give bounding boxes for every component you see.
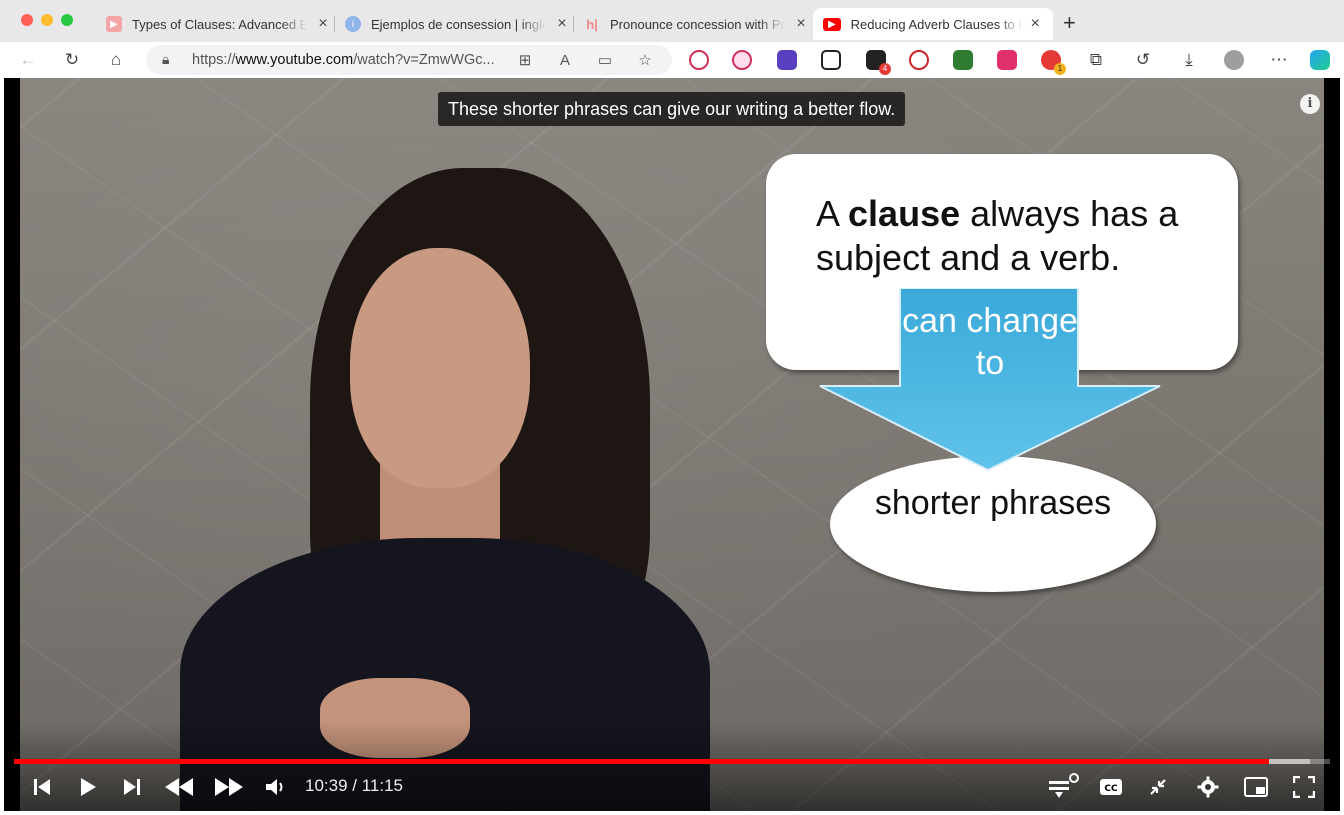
video-player[interactable]: A clause always has a subject and a verb… [4,78,1340,811]
history-icon[interactable]: ↺ [1131,48,1155,72]
rewind-icon[interactable] [163,772,195,802]
favorite-star-icon[interactable]: ☆ [634,49,656,71]
youtube-icon: ▶ [106,16,122,32]
home-icon[interactable]: ⌂ [104,48,128,72]
app-available-icon[interactable]: ⊞ [514,49,536,71]
address-bar[interactable]: 🔒︎ https://www.youtube.com/watch?v=ZmwWG… [146,45,672,75]
tab-1[interactable]: ▶ Types of Clauses: Advanced English Gra… [106,8,331,40]
browser-toolbar: ← ↻ ⌂ 🔒︎ https://www.youtube.com/watch?v… [0,42,1344,78]
slide-bubble-text: A clause always has a subject and a verb… [816,193,1179,278]
previous-icon[interactable] [30,772,54,802]
extension-record-icon[interactable] [909,50,929,70]
copilot-icon[interactable] [1308,48,1332,72]
fast-forward-icon[interactable] [213,772,245,802]
extension-play-icon[interactable] [689,50,709,70]
progress-bar[interactable] [14,759,1330,764]
tab-divider [573,16,574,32]
tab-title: Types of Clauses: Advanced English Gramm… [132,16,307,32]
svg-text:CC: CC [1104,784,1118,794]
tab-title: Reducing Adverb Clauses to Phrases [850,16,1024,32]
extensions-puzzle-icon[interactable]: ⧉ [1084,48,1108,72]
extension-grid-icon[interactable] [997,50,1017,70]
slide-arrow-text: can change to [902,302,1078,382]
extension-badge: 4 [879,63,891,75]
play-icon[interactable] [76,772,100,802]
extension-download-icon[interactable] [953,50,973,70]
info-icon: i [345,16,361,32]
profile-avatar-icon[interactable] [1222,48,1246,72]
tab-divider [334,16,335,32]
slide-oval-text: shorter phrases [874,484,1112,522]
settings-gear-icon[interactable] [1195,772,1221,802]
close-window-button[interactable] [21,14,33,26]
info-icon[interactable]: i [1300,94,1320,114]
presenter-face [350,248,530,488]
extension-shuffle-icon[interactable] [821,50,841,70]
back-icon[interactable]: ← [16,48,40,72]
close-tab-icon[interactable]: × [793,15,809,33]
new-tab-button[interactable]: + [1063,10,1076,36]
close-tab-icon[interactable]: × [1027,15,1043,33]
read-aloud-icon[interactable]: A [554,49,576,71]
progress-played [14,759,1270,764]
extension-edit-icon[interactable] [777,50,797,70]
extension-bag-icon[interactable]: 4 [866,50,891,75]
tab-title: Pronounce concession with Precision [610,16,785,32]
bookmark-icon: h| [586,16,598,32]
tab-title: Ejemplos de consession | inglés [371,16,546,32]
maximize-window-button[interactable] [61,14,73,26]
subtitle-caption: These shorter phrases can give our writi… [438,92,906,126]
tab-3[interactable]: h| Pronounce concession with Precision × [584,8,809,40]
url-text[interactable]: https://www.youtube.com/watch?v=ZmwWGc..… [192,52,495,68]
fullscreen-icon[interactable] [1291,772,1317,802]
extension-search-icon[interactable] [732,50,752,70]
time-display: 10:39 / 11:15 [305,776,403,795]
miniplayer-icon[interactable] [1243,772,1269,802]
lock-icon: 🔒︎ [162,51,170,67]
volume-icon[interactable] [263,772,289,802]
close-tab-icon[interactable]: × [554,15,570,33]
exit-miniplayer-icon[interactable] [1145,772,1171,802]
controls-gradient [4,721,1340,811]
extension-circle-icon[interactable]: 1 [1041,50,1066,75]
tab-4-active[interactable]: ▶ Reducing Adverb Clauses to Phrases × [813,8,1053,40]
youtube-icon: ▶ [823,17,841,31]
tab-strip: ▶ Types of Clauses: Advanced English Gra… [0,0,1344,42]
reload-icon[interactable]: ↻ [60,48,84,72]
slide-oval: shorter phrases [830,456,1156,592]
downloads-icon[interactable]: ⤓ [1177,48,1201,72]
autoplay-settings-icon[interactable] [1047,772,1081,802]
next-icon[interactable] [120,772,144,802]
video-frame: A clause always has a subject and a verb… [20,78,1324,811]
more-menu-icon[interactable]: ⋯ [1267,48,1291,72]
immersive-reader-icon[interactable]: ▭ [594,49,616,71]
extension-badge: 1 [1054,63,1066,75]
tab-2[interactable]: i Ejemplos de consession | inglés × [345,8,570,40]
close-tab-icon[interactable]: × [315,15,331,33]
minimize-window-button[interactable] [41,14,53,26]
subtitles-cc-icon[interactable]: CC [1098,772,1124,802]
